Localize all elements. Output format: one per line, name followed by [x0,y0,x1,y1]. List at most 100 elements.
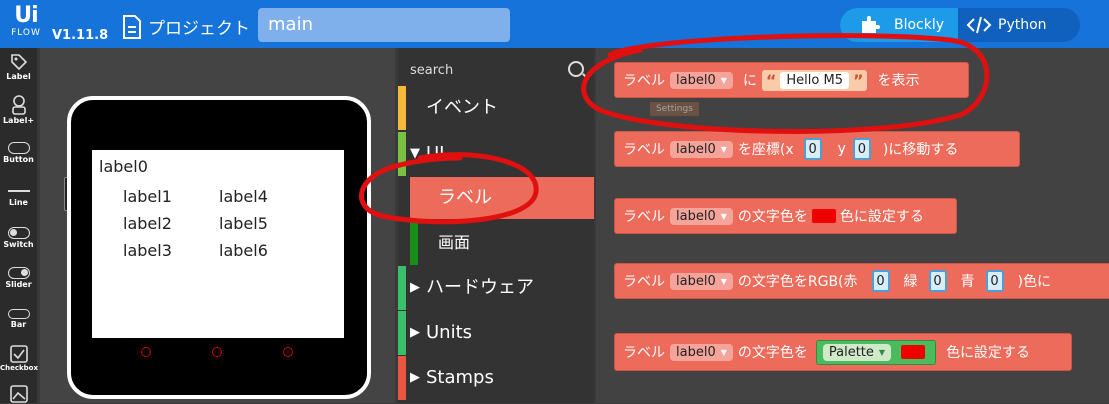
category-search-input[interactable]: search [410,63,453,78]
palette-color-block[interactable]: Palette ▼ [815,339,937,365]
palette-label: Label [6,72,31,81]
dropdown-value: label0 [676,72,716,88]
slider-icon [7,267,30,279]
search-icon[interactable] [568,61,584,77]
red-number-input[interactable]: 0 [871,270,890,292]
block-text: ラベル [623,142,665,158]
palette-item-slider[interactable]: Slider [0,264,37,289]
block-text: を表示 [877,73,920,89]
caret-down-icon: ▼ [720,211,727,221]
block-text: )色に [1017,274,1051,290]
device-button-a[interactable] [141,347,151,357]
category-label: ラベル [438,187,492,208]
block-text: を座標(x [737,142,794,158]
x-number-input[interactable]: 0 [803,138,822,160]
palette-item-image[interactable] [0,384,37,404]
caret-down-icon: ▼ [878,347,886,357]
checkbox-icon [9,345,28,363]
screen-label-label1[interactable]: label1 [123,187,172,206]
code-icon [966,16,992,34]
uiflow-logo[interactable]: Ui FLOW [6,4,46,44]
screen-label-label3[interactable]: label3 [123,241,172,260]
block-text: の文字色を [737,209,808,225]
category-label: Stamps [426,367,494,388]
category-event[interactable]: イベント [398,86,594,130]
filename-input[interactable]: main [258,8,510,42]
label-dropdown[interactable]: label0 ▼ [670,343,733,361]
button-icon [7,142,30,154]
caret-down-icon: ▼ [720,347,727,357]
python-mode-button[interactable]: Python [966,8,1047,42]
category-label-selected[interactable]: ラベル [410,177,594,219]
device-button-c[interactable] [283,347,293,357]
caret-down-icon: ▼ [720,144,727,154]
project-menu-button[interactable]: プロジェクト [122,14,250,39]
screen-label-label6[interactable]: label6 [219,241,268,260]
open-quote-icon: “ [765,70,777,90]
screen-label-label0[interactable]: label0 [99,157,148,176]
label-set-color-block[interactable]: ラベル label0 ▼ の文字色を 色に設定する [614,198,957,234]
version-label: V1.11.8 [52,28,109,43]
string-input[interactable]: Hello M5 [780,71,849,89]
y-number-input[interactable]: 0 [852,138,871,160]
blockly-mode-button[interactable]: Blockly [840,8,958,42]
label-set-palette-color-block[interactable]: ラベル label0 ▼ の文字色を Palette ▼ 色に設定する [614,333,1072,371]
close-quote-icon: ” [852,70,864,90]
category-hardware[interactable]: ▶ ハードウェア [398,266,594,310]
label-set-rgb-block[interactable]: ラベル label0 ▼ の文字色をRGB(赤 0 緑 0 青 0 )色に [614,263,1109,299]
label-dropdown[interactable]: label0 ▼ [670,140,733,158]
logo-bottom: FLOW [11,28,41,38]
device-button-b[interactable] [212,347,222,357]
block-text: y [837,141,846,157]
palette-label: Button [3,155,34,164]
palette-label: Line [9,198,28,207]
label-dropdown[interactable]: label0 ▼ [670,272,733,290]
string-block[interactable]: “ Hello M5 ” [761,69,868,91]
caret-down-icon: ▼ [720,276,727,286]
palette-dropdown[interactable]: Palette ▼ [822,343,892,361]
category-ui[interactable]: ▼ UI [398,132,594,176]
dropdown-value: label0 [676,141,716,157]
block-text: 青 [960,274,975,290]
palette-item-button[interactable]: Button [0,138,37,164]
category-screen[interactable]: 画面 [398,221,594,265]
mode-toggle[interactable]: Blockly Python [840,8,1080,42]
screen-label-label2[interactable]: label2 [123,214,172,233]
component-palette: Label Label+ Button Line Switch Slider B… [0,48,38,404]
app-header: Ui FLOW V1.11.8 プロジェクト main Blockly Pyth… [0,0,1109,48]
palette-item-label[interactable]: Label [0,52,37,81]
color-swatch[interactable] [901,345,926,359]
block-text: の文字色をRGB(赤 [737,274,858,290]
palette-item-line[interactable]: Line [0,184,37,207]
project-label: プロジェクト [148,19,250,39]
palette-label: Label+ [2,116,35,125]
category-label: UI [426,143,445,164]
category-stamps[interactable]: ▶ Stamps [398,356,594,400]
screen-label-label4[interactable]: label4 [219,187,268,206]
category-label: Units [426,322,473,343]
collapse-arrow-icon: ▶ [410,280,420,295]
label-set-position-block[interactable]: ラベル label0 ▼ を座標(x 0 y 0 )に移動する [614,131,1020,167]
blue-number-input[interactable]: 0 [985,270,1004,292]
caret-down-icon: ▼ [720,75,727,85]
label-dropdown[interactable]: label0 ▼ [670,71,733,89]
block-text: )に移動する [882,142,959,158]
category-color-bar [410,221,418,265]
category-color-bar [398,311,406,355]
palette-item-checkbox[interactable]: Checkbox [0,344,38,372]
dropdown-value: label0 [676,208,716,224]
category-units[interactable]: ▶ Units [398,311,594,355]
screen-label-label5[interactable]: label5 [219,214,268,233]
color-swatch[interactable] [811,209,836,223]
document-icon [123,14,141,39]
label-dropdown[interactable]: label0 ▼ [670,207,733,225]
palette-item-labelplus[interactable]: Label+ [0,94,37,125]
label-show-text-block[interactable]: ラベル label0 ▼ に “ Hello M5 ” を表示 [614,62,969,98]
blockly-label: Blockly [894,17,945,33]
palette-item-bar[interactable]: Bar [0,306,37,329]
palette-item-switch[interactable]: Switch [0,224,37,249]
green-number-input[interactable]: 0 [928,270,947,292]
category-label: イベント [426,97,498,118]
category-color-bar [398,266,406,310]
block-text: 色に設定する [839,209,924,225]
